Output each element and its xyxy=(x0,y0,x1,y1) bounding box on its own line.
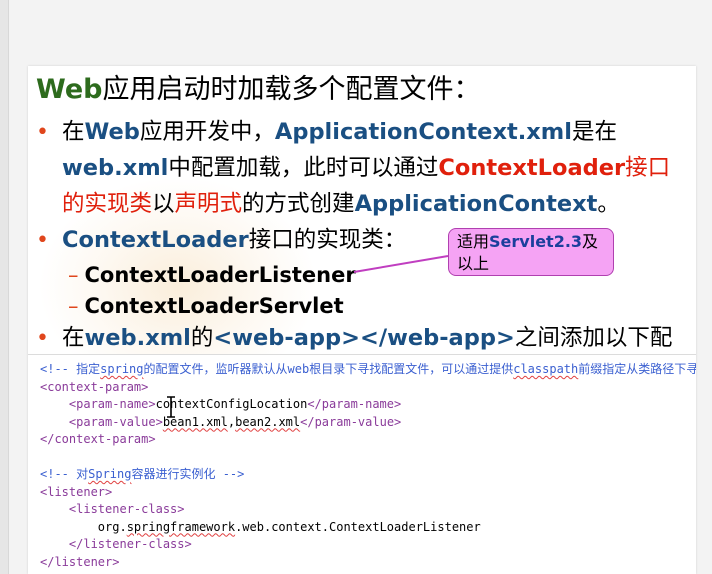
code-tag: </param-value> xyxy=(300,414,402,429)
code-line: <listener-class> xyxy=(40,502,185,516)
text-run: <web-app></web-app> xyxy=(213,325,515,351)
text-run: 在 xyxy=(62,325,85,351)
code-comment: web xyxy=(287,362,310,376)
code-comment: spring xyxy=(100,362,144,376)
sub-item-label: ContextLoaderServlet xyxy=(84,294,344,318)
slide: Web应用启动时加载多个配置文件： • 在Web应用开发中，Applicatio… xyxy=(28,66,696,574)
code-line: </listener> xyxy=(40,554,120,569)
code-text: springframework xyxy=(126,519,236,534)
dash-marker: – xyxy=(68,263,79,287)
text-run: 。 xyxy=(597,191,620,217)
sub-item-servlet: – ContextLoaderServlet xyxy=(68,291,344,321)
bullet-marker: • xyxy=(36,326,49,351)
sub-item-listener: – ContextLoaderListener xyxy=(68,260,356,290)
text-run: ContextLoader xyxy=(438,155,626,181)
code-line: </listener-class> xyxy=(40,537,192,551)
code-line: <param-value>bean1.xml,bean2.xml</param-… xyxy=(40,414,696,432)
code-tag: <param-name> xyxy=(40,397,156,411)
code-line: org.springframework.web.context.ContextL… xyxy=(40,519,696,537)
code-line: <listener> xyxy=(40,484,113,499)
text-run: 以 xyxy=(152,191,175,217)
bullet-marker: • xyxy=(36,228,49,253)
callout-note: 适用Servlet2.3及以上 xyxy=(448,228,614,276)
bullet-1-text: 在Web应用开发中，ApplicationContext.xml是在 web.xm… xyxy=(62,114,692,222)
text-run: web.xml xyxy=(84,325,191,351)
code-tag: <param-value> xyxy=(40,414,163,429)
callout-text: 适用 xyxy=(457,232,490,251)
text-run: 的 xyxy=(190,325,214,351)
code-tag: </param-name> xyxy=(307,397,402,411)
text-run: Web xyxy=(84,119,140,145)
code-text: org. xyxy=(40,519,127,534)
slide-title: Web应用启动时加载多个配置文件： xyxy=(36,72,480,108)
code-line: <context-param> xyxy=(40,379,149,394)
code-text: bean2.xml xyxy=(235,414,301,429)
code-comment: 容器进行实例化 --> xyxy=(131,467,245,481)
code-comment: 指定 xyxy=(76,362,101,376)
callout-text: Servlet2.3 xyxy=(489,232,583,251)
text-run: 声明式 xyxy=(174,191,243,217)
dash-marker: – xyxy=(68,294,79,318)
code-comment: 的配置文件，监听器默认从 xyxy=(143,362,288,376)
text-run: 的方式创建 xyxy=(242,191,355,217)
code-comment: 根目录下寻找配置文件，可以通过提供 xyxy=(309,362,514,376)
text-run: ContextLoader xyxy=(62,227,249,253)
code-line: </context-param> xyxy=(40,432,156,446)
code-line: <param-name>contextConfigLocation</param… xyxy=(40,396,696,414)
text-run: ApplicationContext xyxy=(354,191,598,217)
code-line: <!-- 对Spring容器进行实例化 --> xyxy=(40,466,696,484)
sub-item-label: ContextLoaderListener xyxy=(84,263,356,287)
title-en: Web xyxy=(36,74,103,105)
text-run: 是在 xyxy=(571,119,617,145)
editor-left-strip xyxy=(0,0,9,574)
text-run: 在 xyxy=(62,119,85,145)
title-zh: 应用启动时加载多个配置文件： xyxy=(102,74,481,105)
code-text: .web.context.ContextLoaderListener xyxy=(235,519,481,534)
code-text: , xyxy=(227,414,236,429)
code-text: contextConfigLocation xyxy=(155,397,308,411)
code-comment: Spring xyxy=(88,467,132,481)
text-run: 中配置加载，此时可以通过 xyxy=(168,155,439,181)
text-run: 接口的实现类： xyxy=(248,227,407,253)
text-run: web.xml xyxy=(62,155,169,181)
code-block[interactable]: <!-- 指定spring的配置文件，监听器默认从web根目录下寻找配置文件，可… xyxy=(28,354,696,574)
text-run: 应用开发中， xyxy=(139,119,275,145)
code-comment: <!-- xyxy=(40,362,77,376)
code-comment: 前缀指定从类路径下寻找--> xyxy=(578,362,696,376)
bullet-marker: • xyxy=(36,120,49,145)
text-cursor-icon xyxy=(167,396,175,418)
code-line: <!-- 指定spring的配置文件，监听器默认从web根目录下寻找配置文件，可… xyxy=(40,361,696,379)
code-comment: classpath xyxy=(513,362,579,376)
text-run: ApplicationContext.xml xyxy=(274,119,572,145)
code-comment: <!-- 对 xyxy=(40,467,89,481)
